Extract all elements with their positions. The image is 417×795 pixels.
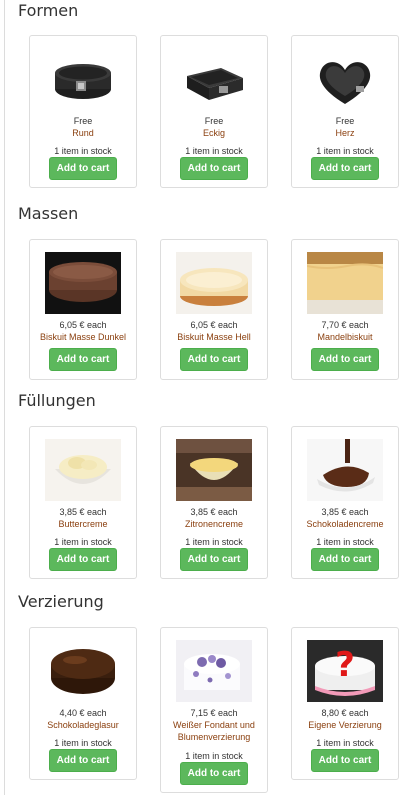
add-to-cart-button[interactable]: Add to cart: [49, 749, 117, 772]
product-card-biskuit-masse-hell: 6,05 € each Biskuit Masse Hell Add to ca…: [160, 239, 268, 380]
add-to-cart-button[interactable]: Add to cart: [180, 762, 248, 785]
product-card-buttercreme: 3,85 € each Buttercreme 1 item in stock …: [29, 426, 137, 579]
stock-status: 1 item in stock: [316, 738, 374, 748]
product-name: Schokoladeglasur: [47, 720, 119, 730]
section-title: Massen: [18, 204, 79, 223]
product-card-weisser-fondant: 7,15 € each Weißer Fondant und Blumenver…: [160, 627, 268, 793]
product-card-eckig: Free Eckig 1 item in stock Add to cart: [160, 35, 268, 188]
product-name: Biskuit Masse Dunkel: [39, 332, 127, 342]
product-name: Schokoladencreme: [306, 519, 384, 529]
product-name: Buttercreme: [58, 519, 108, 529]
product-price: Free: [335, 116, 355, 126]
fondant-flower-cake-icon: [176, 640, 252, 702]
svg-text:?: ?: [335, 645, 355, 685]
buttercream-bowl-icon: [45, 439, 121, 501]
square-springform-pan-icon: [187, 68, 243, 100]
stock-status: 1 item in stock: [316, 537, 374, 547]
product-price: 3,85 € each: [190, 507, 238, 517]
product-card-herz: Free Herz 1 item in stock Add to cart: [291, 35, 399, 188]
round-springform-pan-icon: [55, 64, 111, 99]
section-title: Füllungen: [18, 391, 96, 410]
product-price: 4,40 € each: [59, 708, 107, 718]
add-to-cart-button[interactable]: Add to cart: [49, 348, 117, 371]
custom-decoration-cake-icon: ?: [307, 640, 383, 702]
add-to-cart-button[interactable]: Add to cart: [180, 348, 248, 371]
product-card-mandelbiskuit: 7,70 € each Mandelbiskuit Add to cart: [291, 239, 399, 380]
product-price: 3,85 € each: [321, 507, 369, 517]
add-to-cart-button[interactable]: Add to cart: [180, 548, 248, 571]
product-name: Mandelbiskuit: [317, 332, 373, 342]
section-title: Formen: [18, 1, 79, 20]
light-sponge-cake-icon: [176, 252, 252, 314]
product-name: Eigene Verzierung: [308, 720, 382, 730]
stock-status: 1 item in stock: [316, 146, 374, 156]
lemon-cream-bowl-icon: [176, 439, 252, 501]
stock-status: 1 item in stock: [54, 146, 112, 156]
product-price: 3,85 € each: [59, 507, 107, 517]
stock-status: 1 item in stock: [185, 537, 243, 547]
product-price: 7,70 € each: [321, 320, 369, 330]
add-to-cart-button[interactable]: Add to cart: [311, 157, 379, 180]
add-to-cart-button[interactable]: Add to cart: [311, 548, 379, 571]
almond-sponge-cake-icon: [307, 252, 383, 314]
product-card-zitronencreme: 3,85 € each Zitronencreme 1 item in stoc…: [160, 426, 268, 579]
page-left-border: [4, 0, 5, 795]
add-to-cart-button[interactable]: Add to cart: [49, 548, 117, 571]
section-title: Verzierung: [18, 592, 104, 611]
product-price: 8,80 € each: [321, 708, 369, 718]
product-card-schokoladeglasur: 4,40 € each Schokoladeglasur 1 item in s…: [29, 627, 137, 780]
add-to-cart-button[interactable]: Add to cart: [180, 157, 248, 180]
product-price: 7,15 € each: [190, 708, 238, 718]
product-card-schokoladencreme: 3,85 € each Schokoladencreme 1 item in s…: [291, 426, 399, 579]
dark-sponge-cake-icon: [45, 252, 121, 314]
add-to-cart-button[interactable]: Add to cart: [49, 157, 117, 180]
stock-status: 1 item in stock: [185, 751, 243, 761]
add-to-cart-button[interactable]: Add to cart: [311, 749, 379, 772]
stock-status: 1 item in stock: [54, 738, 112, 748]
product-name: Eckig: [202, 128, 225, 138]
product-card-eigene-verzierung: ? 8,80 € each Eigene Verzierung 1 item i…: [291, 627, 399, 780]
add-to-cart-button[interactable]: Add to cart: [311, 348, 379, 371]
stock-status: 1 item in stock: [54, 537, 112, 547]
product-name: Biskuit Masse Hell: [177, 332, 251, 342]
chocolate-cream-icon: [307, 439, 383, 501]
product-price: 6,05 € each: [190, 320, 238, 330]
product-price: Free: [73, 116, 93, 126]
chocolate-glazed-cake-icon: [45, 640, 121, 702]
heart-springform-pan-icon: [319, 62, 371, 104]
stock-status: 1 item in stock: [185, 146, 243, 156]
product-price: 6,05 € each: [59, 320, 107, 330]
product-name: Herz: [335, 128, 355, 138]
product-name: Zitronencreme: [184, 519, 244, 529]
product-card-biskuit-masse-dunkel: 6,05 € each Biskuit Masse Dunkel Add to …: [29, 239, 137, 380]
product-card-rund: Free Rund 1 item in stock Add to cart: [29, 35, 137, 188]
product-name: Rund: [72, 128, 94, 138]
product-name: Weißer Fondant und Blumenverzierung: [173, 720, 255, 742]
product-price: Free: [204, 116, 224, 126]
